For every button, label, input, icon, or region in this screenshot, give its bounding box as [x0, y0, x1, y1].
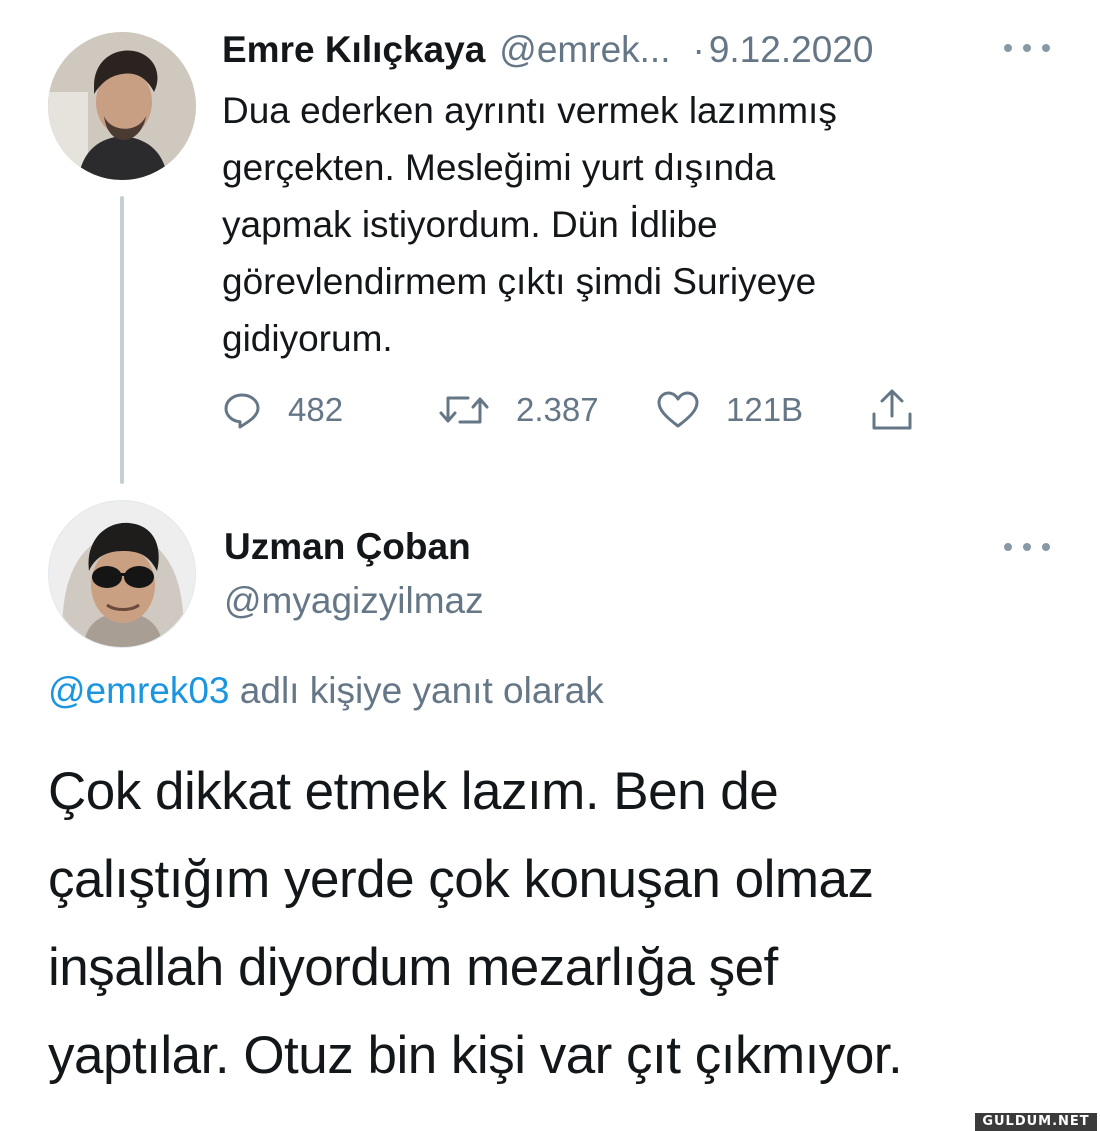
- more-icon[interactable]: [1004, 541, 1050, 553]
- replying-to-line: @emrek03 adlı kişiye yanıt olarak: [48, 670, 604, 712]
- reply-button[interactable]: 482: [222, 384, 343, 436]
- tweet-date[interactable]: 9.12.2020: [709, 29, 874, 71]
- reply-text-line: Çok dikkat etmek lazım. Ben de: [48, 762, 779, 821]
- tweet-actions: 482 2.387 121B: [222, 384, 942, 436]
- emre-avatar[interactable]: [48, 32, 196, 180]
- original-tweet[interactable]: Emre Kılıçkaya @emrek... · 9.12.2020 Dua…: [0, 0, 1100, 484]
- more-dot: [1004, 44, 1012, 52]
- reply-author-handle[interactable]: @myagizyilmaz: [224, 580, 484, 622]
- more-dot: [1023, 543, 1031, 551]
- retweet-button[interactable]: 2.387: [438, 384, 599, 436]
- tweet-text: Dua ederken ayrıntı vermek lazımmış gerç…: [222, 82, 1022, 367]
- share-button[interactable]: [870, 384, 914, 436]
- reply-mention-link[interactable]: @emrek03: [48, 670, 230, 711]
- like-count: 121B: [726, 391, 804, 428]
- more-dot: [1042, 543, 1050, 551]
- tweet-header: Emre Kılıçkaya @emrek... · 9.12.2020: [222, 26, 873, 74]
- reply-text: Çok dikkat etmek lazım. Ben de çalıştığı…: [48, 748, 1068, 1100]
- header-separator: ·: [692, 29, 705, 70]
- reply-text-line: yaptılar. Otuz bin kişi var çıt çıkmıyor…: [48, 1026, 903, 1085]
- site-watermark: GULDUM.NET: [975, 1113, 1097, 1131]
- more-dot: [1004, 543, 1012, 551]
- retweet-icon: [439, 396, 489, 424]
- reply-text-line: çalıştığım yerde çok konuşan olmaz: [48, 850, 874, 909]
- reply-icon: [224, 393, 260, 429]
- reply-author-name[interactable]: Uzman Çoban: [224, 526, 471, 568]
- reply-text-line: inşallah diyordum mezarlığa şef: [48, 938, 778, 997]
- heart-icon: [657, 391, 699, 428]
- tweet-text-line: gerçekten. Mesleğimi yurt dışında: [222, 147, 776, 188]
- tweet-text-line: gidiyorum.: [222, 318, 393, 359]
- author-handle[interactable]: @emrek...: [499, 29, 670, 71]
- thread-connector-line: [120, 196, 124, 484]
- like-button[interactable]: 121B: [656, 384, 803, 436]
- more-icon[interactable]: [1004, 42, 1050, 54]
- share-icon: [872, 389, 912, 430]
- reply-context-text: adlı kişiye yanıt olarak: [239, 670, 604, 711]
- more-dot: [1042, 44, 1050, 52]
- tweet-text-line: yapmak istiyordum. Dün İdlibe: [222, 204, 718, 245]
- reply-count: 482: [288, 391, 344, 428]
- uzman-avatar[interactable]: [48, 500, 196, 648]
- tweet-text-line: görevlendirmem çıktı şimdi Suriyeye: [222, 261, 817, 302]
- retweet-count: 2.387: [516, 391, 599, 428]
- tweet-text-line: Dua ederken ayrıntı vermek lazımmış: [222, 90, 837, 131]
- author-name[interactable]: Emre Kılıçkaya: [222, 29, 485, 71]
- more-dot: [1023, 44, 1031, 52]
